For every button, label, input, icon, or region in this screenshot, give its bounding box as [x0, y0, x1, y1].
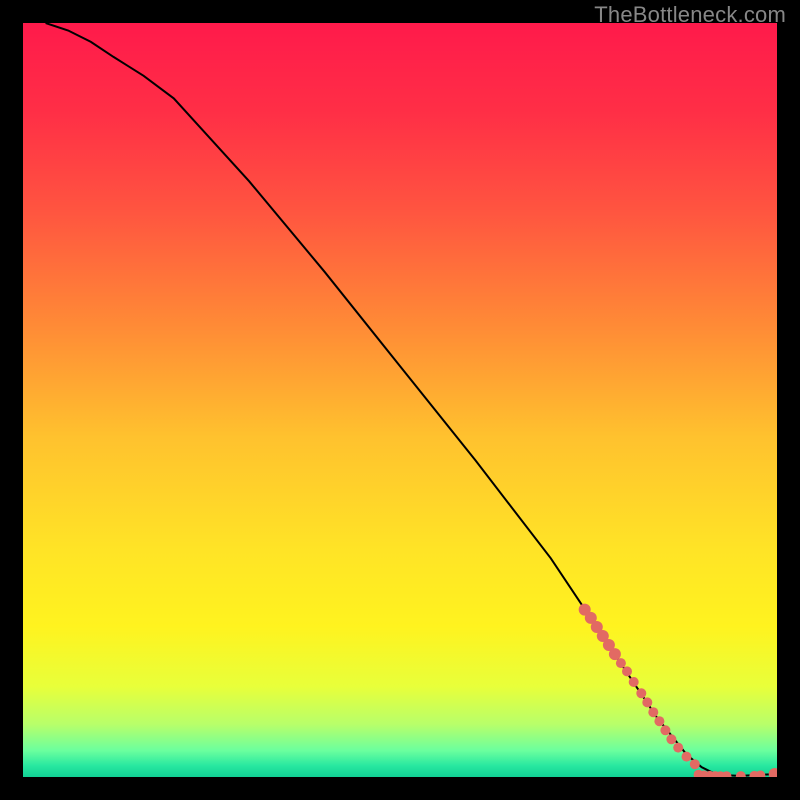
data-point: [609, 648, 621, 660]
data-point: [642, 697, 652, 707]
data-point: [666, 734, 676, 744]
data-point: [622, 666, 632, 676]
data-point: [654, 716, 664, 726]
data-point: [682, 752, 692, 762]
watermark-text: TheBottleneck.com: [594, 2, 786, 28]
bottleneck-chart: [23, 23, 777, 777]
gradient-bg: [23, 23, 777, 777]
data-point: [636, 688, 646, 698]
data-point: [616, 658, 626, 668]
data-point: [648, 707, 658, 717]
data-point: [673, 743, 683, 753]
data-point: [629, 677, 639, 687]
chart-container: TheBottleneck.com: [0, 0, 800, 800]
data-point: [660, 725, 670, 735]
data-point: [690, 759, 700, 769]
